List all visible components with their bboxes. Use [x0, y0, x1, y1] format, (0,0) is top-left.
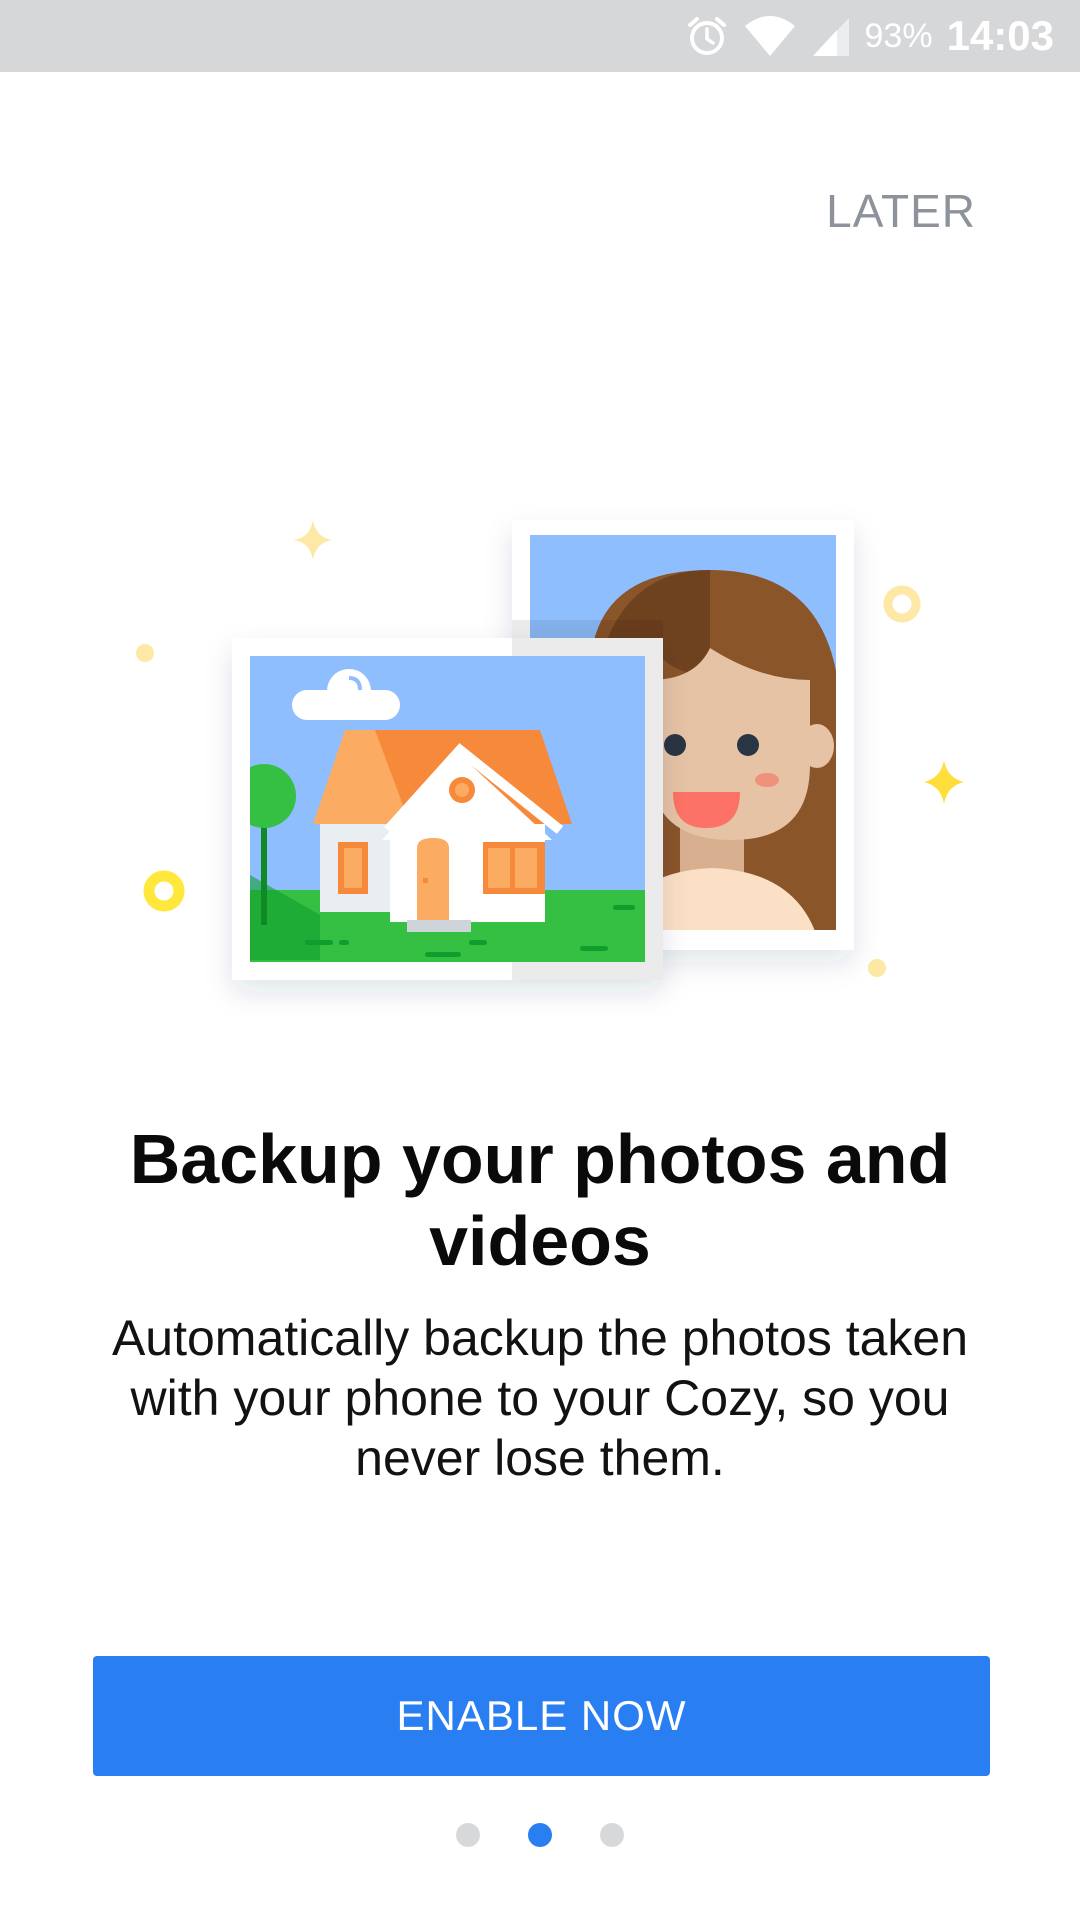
pager-indicator: [0, 1823, 1080, 1847]
alarm-icon: [685, 14, 729, 58]
dot-decoration: [868, 959, 886, 977]
sparkle-icon: [924, 760, 964, 804]
pager-dot-active[interactable]: [528, 1823, 552, 1847]
signal-icon: [811, 14, 851, 58]
pager-dot[interactable]: [456, 1823, 480, 1847]
wifi-icon: [743, 14, 797, 58]
page-description: Automatically backup the photos taken wi…: [111, 1310, 969, 1486]
pager-dot[interactable]: [600, 1823, 624, 1847]
page-title: Backup your photos and videos: [129, 1120, 951, 1280]
status-icons: 93% 14:03: [685, 0, 1054, 72]
dot-decoration: [136, 644, 154, 662]
ring-decoration: [143, 870, 185, 912]
battery-percentage: 93%: [864, 16, 933, 55]
later-button[interactable]: LATER: [826, 184, 976, 238]
enable-now-button[interactable]: ENABLE NOW: [93, 1656, 990, 1776]
house-photo: [250, 656, 645, 962]
clock: 14:03: [946, 12, 1054, 59]
status-bar: 93% 14:03: [0, 0, 1080, 72]
photo-backup-illustration: [136, 520, 964, 980]
ring-decoration: [883, 585, 921, 623]
onboarding-screen: 93% 14:03 LATER Backup your photos and v…: [0, 0, 1080, 1920]
sparkle-icon: [293, 520, 333, 560]
